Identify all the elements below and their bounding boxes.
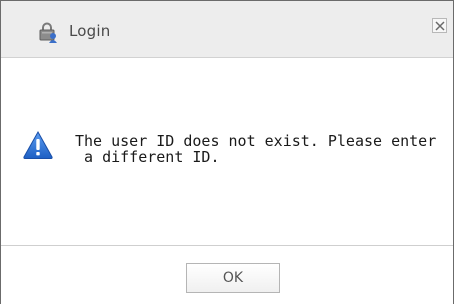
login-error-dialog: Login The user ID does not exist. Please…: [0, 0, 454, 304]
dialog-titlebar: Login: [1, 1, 453, 58]
lock-user-icon: [37, 21, 59, 43]
warning-icon: [23, 130, 53, 160]
close-icon: [435, 21, 445, 31]
close-button[interactable]: [432, 18, 447, 33]
dialog-content: The user ID does not exist. Please enter…: [1, 58, 453, 245]
dialog-footer: OK: [1, 245, 453, 305]
dialog-title: Login: [69, 22, 111, 40]
ok-button[interactable]: OK: [186, 263, 280, 293]
error-message: The user ID does not exist. Please enter…: [75, 132, 437, 166]
